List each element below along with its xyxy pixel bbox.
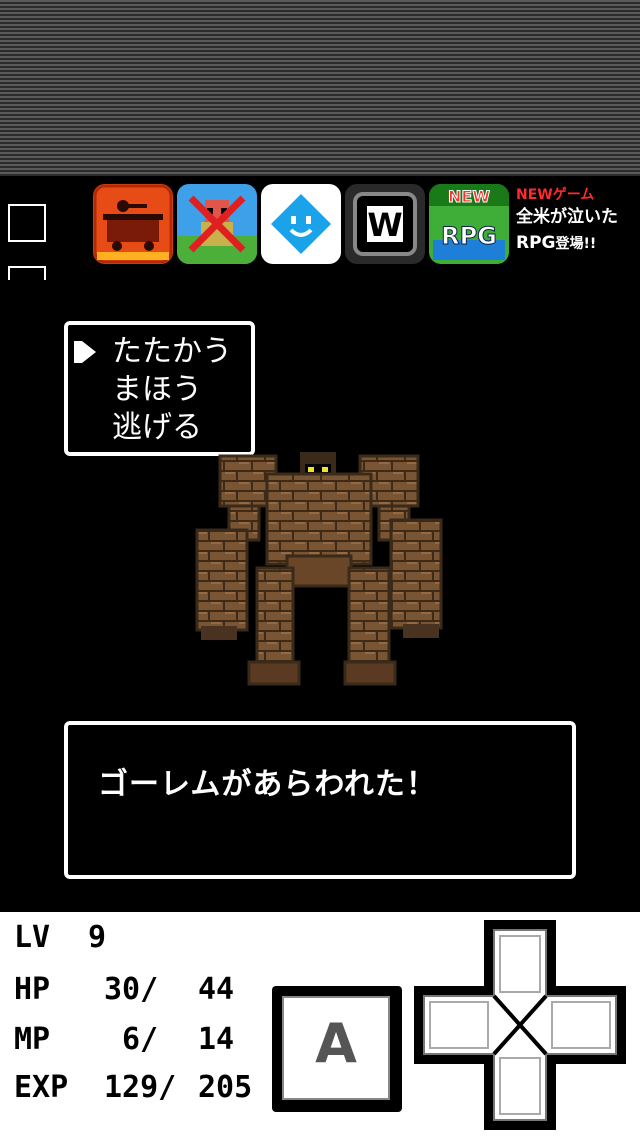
- stat-exp: EXP 129/ 205: [14, 1070, 254, 1110]
- cursor-icon: [74, 341, 96, 363]
- stat-value: 9: [88, 920, 107, 955]
- stat-label: MP: [14, 1022, 51, 1057]
- stat-mp: MP 6/ 14: [14, 1022, 244, 1062]
- promo-line1: NEWゲーム: [516, 187, 595, 203]
- promo-rpg: RPG: [516, 233, 556, 253]
- side-checkbox[interactable]: [8, 204, 46, 242]
- command-fight[interactable]: たたかう: [68, 333, 251, 371]
- stat-current: 129/: [104, 1070, 177, 1105]
- status-bar: [0, 0, 640, 176]
- command-flee[interactable]: 逃げる: [68, 409, 251, 447]
- a-button-label: A: [315, 1012, 357, 1075]
- diamond-face-app-icon[interactable]: [261, 184, 341, 264]
- stat-current: 30/: [104, 972, 159, 1007]
- a-button[interactable]: A: [272, 986, 402, 1112]
- stat-max: 14: [198, 1022, 235, 1057]
- new-rpg-app-icon[interactable]: NEW RPG: [429, 184, 509, 264]
- stat-hp: HP 30/ 44: [14, 972, 244, 1012]
- command-label: 逃げる: [112, 410, 202, 445]
- a-button-face: A: [282, 996, 390, 1100]
- battle-message: ゴーレムがあらわれた！: [98, 767, 437, 802]
- minecart-app-icon[interactable]: [93, 184, 173, 264]
- command-menu: たたかう まほう 逃げる: [64, 321, 255, 456]
- character-app-icon[interactable]: [177, 184, 257, 264]
- stat-max: 205: [198, 1070, 253, 1105]
- stat-current: 6/: [122, 1022, 159, 1057]
- message-box[interactable]: ゴーレムがあらわれた！: [64, 721, 576, 879]
- dpad-icon[interactable]: [414, 920, 626, 1130]
- side-checkbox-partial[interactable]: [8, 266, 46, 280]
- svg-text:W: W: [367, 206, 402, 244]
- stat-lv: LV 9: [14, 920, 114, 960]
- promo-text[interactable]: NEWゲーム 全米が泣いた RPG登場!!: [516, 184, 638, 264]
- command-magic[interactable]: まほう: [68, 371, 251, 409]
- w-letter-app-icon[interactable]: W: [345, 184, 425, 264]
- new-badge: NEW: [448, 187, 490, 206]
- command-label: まほう: [112, 372, 202, 407]
- stat-label: HP: [14, 972, 51, 1007]
- command-label: たたかう: [112, 334, 232, 369]
- stat-max: 44: [198, 972, 235, 1007]
- rpg-label: RPG: [441, 222, 497, 250]
- golem-sprite: [195, 450, 445, 686]
- stat-label: LV: [14, 920, 51, 955]
- stat-label: EXP: [14, 1070, 69, 1105]
- promo-line3: RPG登場!!: [516, 230, 638, 257]
- promo-debut: 登場!!: [555, 236, 597, 252]
- promo-line2: 全米が泣いた: [516, 207, 618, 227]
